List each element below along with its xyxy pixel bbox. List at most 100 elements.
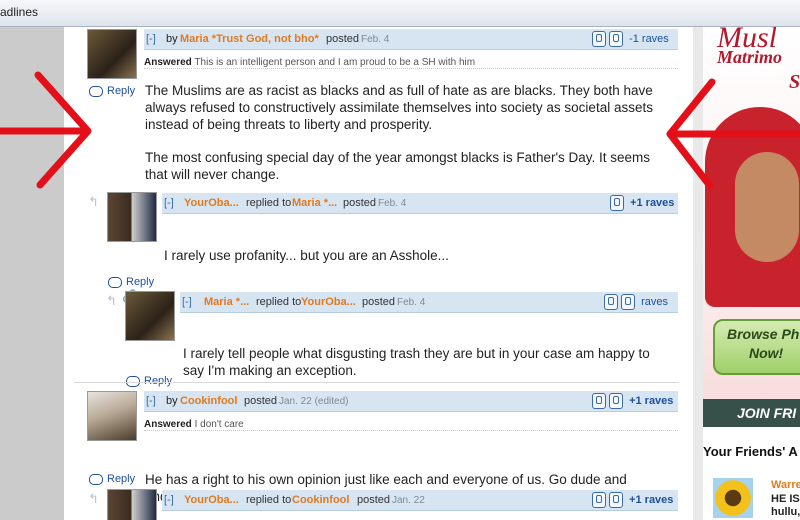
friend-avatar[interactable] (713, 478, 753, 518)
avatar[interactable] (107, 489, 157, 520)
comment-body: I rarely use profanity... but you are an… (164, 248, 449, 263)
rate-controls: -1 raves (592, 31, 669, 47)
username-link[interactable]: Cookinfool (180, 395, 237, 407)
friend-activity: HE IS hullu, (771, 493, 800, 519)
speech-bubble-icon (108, 276, 122, 288)
collapse-button[interactable]: [-] (146, 33, 156, 45)
raves-count: +1 raves (629, 493, 674, 506)
comment-body: The Muslims are as racist as blacks and … (145, 82, 675, 183)
answer-label: Answered (144, 57, 192, 68)
raves-count: +1 raves (630, 196, 675, 209)
answer-text: This is an intelligent person and I am p… (194, 57, 476, 68)
reply-button[interactable]: Reply (108, 276, 154, 288)
reply-comment: ↰ [-] YourOba... replied to Maria *... p… (64, 190, 693, 303)
username-link[interactable]: Maria *Trust God, not bho* (180, 33, 319, 45)
by-label: by (166, 33, 178, 45)
reply-label: Reply (126, 276, 155, 288)
username-link[interactable]: YourOba... (184, 494, 239, 506)
rate-controls: +1 raves (592, 492, 673, 508)
thumbs-down-icon[interactable] (609, 492, 623, 508)
speech-bubble-icon (89, 85, 103, 97)
reply-label: Reply (107, 473, 136, 485)
posted-label: posted (357, 494, 391, 506)
avatar[interactable] (125, 291, 175, 341)
answer-line: Answered This is an intelligent person a… (144, 57, 678, 69)
reply-button[interactable]: Reply (89, 473, 135, 485)
by-label: by (166, 395, 178, 407)
replied-label: replied to (256, 296, 302, 308)
parent-arrow-icon[interactable]: ↰ (88, 194, 99, 210)
browse-button[interactable]: Browse Ph Now! (713, 319, 800, 375)
page-gutter-left (0, 27, 64, 520)
friends-heading: Your Friends' A (703, 444, 798, 459)
parent-arrow-icon[interactable]: ↰ (88, 491, 99, 507)
join-button[interactable]: JOIN FRI (703, 399, 800, 427)
comment-header: [-] by Cookinfool posted Jan. 22 (edited… (144, 391, 678, 412)
avatar[interactable] (107, 192, 157, 242)
posted-label: posted (244, 395, 278, 407)
sidebar: Musl Matrimo S Browse Ph Now! JOIN FRI Y… (703, 27, 800, 520)
browse-label-2: Now! (749, 345, 784, 361)
comment-paragraph: The Muslims are as racist as blacks and … (145, 83, 653, 132)
comment-header: [-] YourOba... replied to Cookinfool pos… (162, 490, 678, 511)
post-date: Feb. 4 (397, 297, 426, 308)
collapse-button[interactable]: [-] (182, 296, 192, 308)
reply-target-link[interactable]: YourOba... (301, 296, 356, 308)
comment-body: I rarely tell people what disgusting tra… (183, 346, 650, 378)
parent-arrow-icon[interactable]: ↰ (106, 293, 117, 309)
thumbs-up-icon[interactable] (592, 492, 606, 508)
post-date: Jan. 22 (392, 495, 425, 506)
thumbs-down-icon[interactable] (609, 31, 623, 47)
ad-subtitle: Matrimo (717, 47, 783, 67)
collapse-button[interactable]: [-] (164, 197, 174, 209)
collapse-button[interactable]: [-] (146, 395, 156, 407)
reply-target-link[interactable]: Maria *... (292, 197, 337, 209)
reply-comment: ↰ [-] YourOba... replied to Cookinfool p… (64, 487, 693, 520)
rate-controls: raves (604, 294, 668, 310)
avatar[interactable] (87, 391, 137, 441)
friend-name-link[interactable]: Warre (771, 479, 800, 491)
raves-count: raves (641, 295, 668, 308)
matrimonial-ad[interactable]: Musl Matrimo S Browse Ph Now! JOIN FRI (703, 27, 800, 427)
thumbs-up-icon[interactable] (592, 393, 606, 409)
browser-tab-bar: adlines (0, 0, 800, 27)
collapse-button[interactable]: [-] (164, 494, 174, 506)
tab-title[interactable]: adlines (0, 5, 38, 19)
thread-divider (74, 382, 679, 383)
posted-label: posted (343, 197, 377, 209)
post-date: Jan. 22 (edited) (279, 396, 349, 407)
answer-line: Answered I don't care (144, 419, 678, 431)
ad-photo-face (735, 152, 799, 262)
comment: [-] by Cookinfool posted Jan. 22 (edited… (64, 389, 693, 504)
reply-comment: ↰ [-] Maria *... replied to YourOba... p… (64, 289, 693, 387)
posted-label: posted (362, 296, 396, 308)
thumbs-up-icon[interactable] (604, 294, 618, 310)
avatar[interactable] (87, 29, 137, 79)
username-link[interactable]: Maria *... (204, 296, 249, 308)
posted-label: posted (326, 33, 360, 45)
thumbs-up-icon[interactable] (610, 195, 624, 211)
raves-count: -1 raves (629, 32, 669, 45)
ad-letter: S (789, 71, 800, 93)
reply-button[interactable]: Reply (89, 85, 135, 97)
comment-header: [-] Maria *... replied to YourOba... pos… (180, 292, 678, 313)
rate-controls: +1 raves (592, 393, 673, 409)
speech-bubble-icon (89, 473, 103, 485)
replied-label: replied to (246, 197, 292, 209)
friend-line: HE IS (771, 493, 800, 505)
post-date: Feb. 4 (361, 34, 390, 45)
reply-button[interactable]: Reply (126, 375, 172, 387)
browse-label: Browse Ph (727, 326, 800, 342)
raves-count: +1 raves (629, 394, 674, 407)
comment-header: [-] YourOba... replied to Maria *... pos… (162, 193, 678, 214)
reply-target-link[interactable]: Cookinfool (292, 494, 349, 506)
thumbs-up-icon[interactable] (592, 31, 606, 47)
post-date: Feb. 4 (378, 198, 407, 209)
username-link[interactable]: YourOba... (184, 197, 239, 209)
thumbs-down-icon[interactable] (609, 393, 623, 409)
comment: [-] by Maria *Trust God, not bho* posted… (64, 27, 693, 187)
replied-label: replied to (246, 494, 292, 506)
reply-label: Reply (107, 85, 136, 97)
reply-label: Reply (144, 375, 173, 387)
thumbs-down-icon[interactable] (621, 294, 635, 310)
